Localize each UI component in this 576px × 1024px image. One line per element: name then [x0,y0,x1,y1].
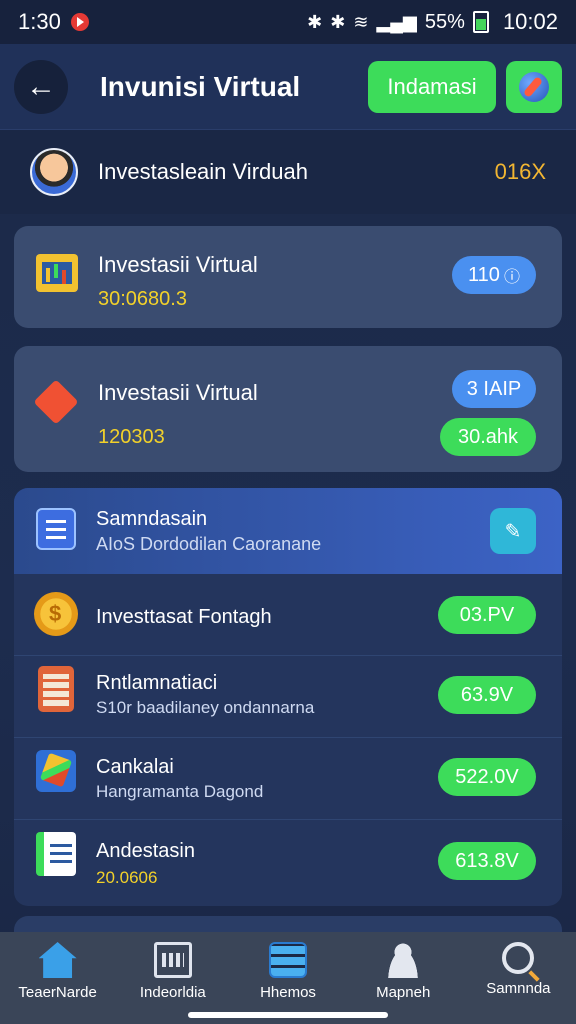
nav-label: Mapneh [376,984,431,1001]
list-item-subtitle: S10r baadilaney ondannarna [96,698,315,717]
arrow-left-icon: ← [26,69,56,103]
database-icon [269,942,307,978]
list-header-subtitle: AIoS Dordodilan Caoranane [96,534,322,554]
signal-icon: ▂▄▆ [376,11,417,32]
list-header-title: Samndasain [96,508,208,530]
page-title: Invunisi Virtual [100,70,301,102]
profile-name: Investasleain Virduah [98,159,308,184]
store-icon [153,942,192,978]
calculator-icon [38,666,74,712]
bottom-nav: TeaerNarde Indeorldia Hhemos Mapneh Samn… [0,932,576,1024]
status-right: ✱ ✱ ≋ ▂▄▆ 55% 10:02 [307,9,558,35]
chart-icon [36,254,78,292]
home-icon [38,942,77,978]
list-item-value-button[interactable]: 03.PV [438,596,536,634]
diamond-icon [33,379,79,425]
list-item-title: Cankalai [96,756,174,778]
profile-value: 016X [494,159,546,184]
card-value: 30:0680.3 [98,288,187,310]
header-action-button[interactable]: Indamasi [368,60,496,113]
profile-row[interactable]: Investasleain Virduah 016X [0,130,576,214]
card-badge-label: 110 [468,263,500,286]
edit-button[interactable]: ✎ [490,508,536,554]
card-value-button[interactable]: 30.ahk [440,418,536,456]
list-header[interactable]: Samndasain AIoS Dordodilan Caoranane ✎ [14,488,562,574]
card-title: Investasii Virtual [98,252,258,277]
vibrate-icon: ✱ [330,11,346,32]
screen-record-icon [70,13,89,31]
list-item[interactable]: Cankalai Hangramanta Dagond 522.0V [14,738,562,820]
rocket-button[interactable] [506,60,562,113]
status-bar: 1:30 ✱ ✱ ≋ ▂▄▆ 55% 10:02 [0,0,576,44]
tools-icon [36,750,76,792]
card-badge-button[interactable]: 3 IAIP [452,370,536,408]
nav-label: TeaerNarde [18,984,97,1001]
card-value: 120303 [98,426,165,448]
list-item[interactable]: Investtasat Fontagh 03.PV [14,574,562,656]
nav-label: Hhemos [260,984,316,1001]
back-button[interactable]: ← [14,59,68,114]
status-time-right: 10:02 [502,9,558,34]
wifi-icon: ≋ [353,11,369,32]
list-item-value-button[interactable]: 613.8V [438,842,536,880]
spreadsheet-icon [36,832,76,876]
nav-label: Samnnda [486,980,551,997]
nav-item-home[interactable]: TeaerNarde [0,932,115,1024]
battery-percent: 55% [424,10,465,33]
nav-item-search[interactable]: Samnnda [461,932,576,1024]
battery-icon [472,11,489,33]
nav-item-database[interactable]: Hhemos [230,932,345,1024]
nav-label: Indeorldia [139,984,206,1001]
list-item-subtitle: 20.0606 [96,868,158,887]
app-header: ← Invunisi Virtual Indamasi [0,44,576,130]
edit-icon: ✎ [504,520,522,543]
list-item[interactable]: Rntlamnatiaci S10r baadilaney ondannarna… [14,656,562,738]
list-item-title: Investtasat Fontagh [96,606,272,628]
person-icon [384,942,423,978]
status-left: 1:30 [18,9,89,35]
search-icon [502,942,535,974]
rocket-icon [519,71,549,102]
list-item[interactable]: Andestasin 20.0606 613.8V [14,820,562,902]
card-badge-button[interactable]: 110 ⓘ [452,256,536,294]
list-item-value-button[interactable]: 522.0V [438,758,536,796]
home-indicator[interactable] [188,1012,388,1018]
investment-card[interactable]: Investasii Virtual 30:0680.3 110 ⓘ [14,226,562,328]
bluetooth-icon: ✱ [307,11,323,32]
investment-list: Samndasain AIoS Dordodilan Caoranane ✎ I… [14,488,562,906]
status-time-left: 1:30 [18,9,61,34]
edit-document-icon [36,508,76,550]
avatar [30,148,78,196]
card-title: Investasii Virtual [98,380,258,405]
list-item-value-button[interactable]: 63.9V [438,676,536,714]
list-item-title: Andestasin [96,840,195,862]
coin-icon [34,592,78,636]
investment-card[interactable]: Investasii Virtual 120303 3 IAIP 30.ahk [14,346,562,472]
nav-item-store[interactable]: Indeorldia [115,932,230,1024]
nav-item-profile[interactable]: Mapneh [346,932,461,1024]
list-item-subtitle: Hangramanta Dagond [96,782,264,801]
info-icon: ⓘ [503,269,520,286]
list-item-title: Rntlamnatiaci [96,672,218,694]
